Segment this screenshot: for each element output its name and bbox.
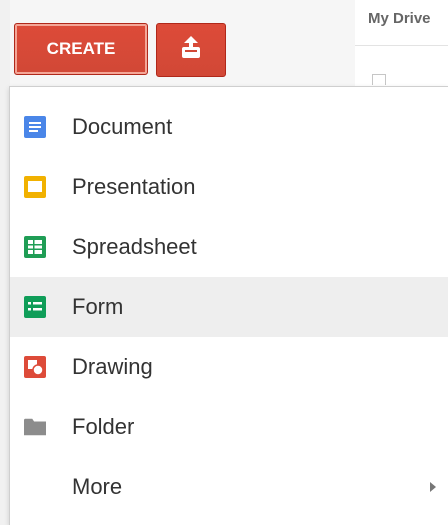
upload-button[interactable] bbox=[156, 23, 226, 77]
menu-item-presentation[interactable]: Presentation bbox=[10, 157, 448, 217]
menu-item-label: More bbox=[72, 474, 123, 499]
menu-item-label: Presentation bbox=[72, 174, 196, 199]
menu-item-label: Folder bbox=[72, 414, 135, 439]
menu-item-document[interactable]: Document bbox=[10, 97, 448, 157]
menu-item-label: Drawing bbox=[72, 354, 153, 379]
menu-item-label: Document bbox=[72, 114, 173, 139]
upload-icon bbox=[180, 35, 202, 65]
header-divider bbox=[355, 45, 448, 46]
menu-item-folder[interactable]: Folder bbox=[10, 397, 448, 457]
form-icon bbox=[24, 296, 46, 318]
folder-icon bbox=[24, 416, 46, 438]
menu-item-label: Form bbox=[72, 294, 124, 319]
menu-item-spreadsheet[interactable]: Spreadsheet bbox=[10, 217, 448, 277]
create-button-label: CREATE bbox=[46, 39, 116, 58]
menu-item-drawing[interactable]: Drawing bbox=[10, 337, 448, 397]
menu-item-more[interactable]: More bbox=[10, 457, 448, 517]
presentation-icon bbox=[24, 176, 46, 198]
document-icon bbox=[24, 116, 46, 138]
chevron-right-icon bbox=[430, 482, 436, 492]
create-menu: Document Presentation Spreadsheet Form D… bbox=[9, 86, 448, 525]
create-button[interactable]: CREATE bbox=[14, 23, 148, 75]
drawing-icon bbox=[24, 356, 46, 378]
drive-page: My Drive CREATE Document Presentation Sp… bbox=[0, 0, 448, 525]
menu-item-form[interactable]: Form bbox=[10, 277, 448, 337]
select-all-checkbox[interactable] bbox=[372, 74, 386, 85]
drive-title[interactable]: My Drive bbox=[368, 10, 431, 27]
spreadsheet-icon bbox=[24, 236, 46, 258]
menu-item-label: Spreadsheet bbox=[72, 234, 197, 259]
